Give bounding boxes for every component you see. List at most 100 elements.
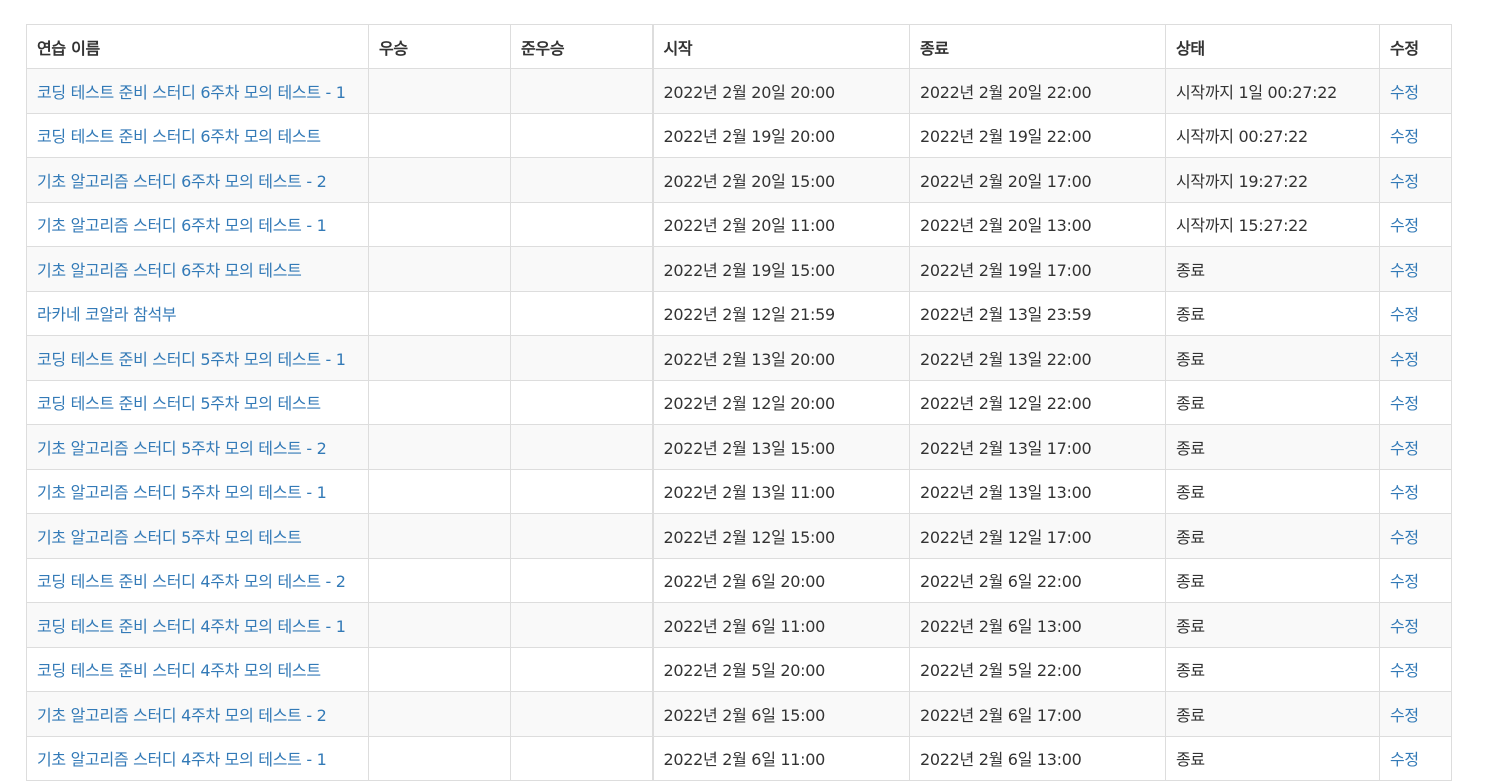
header-winner: 우승 [368,24,511,69]
practice-name-link[interactable]: 기초 알고리즘 스터디 6주차 모의 테스트 - 2 [37,172,327,191]
start-time-cell: 2022년 2월 20일 20:00 [651,68,910,114]
runner-up-cell [510,513,653,559]
start-time-cell: 2022년 2월 20일 15:00 [651,157,910,203]
winner-cell [368,246,511,292]
edit-link[interactable]: 수정 [1390,394,1419,413]
start-time-cell: 2022년 2월 6일 20:00 [651,557,910,603]
header-row: 연습 이름 우승 준우승 시작 종료 상태 수정 [26,24,1452,69]
table-row: 기초 알고리즘 스터디 4주차 모의 테스트 - 2 2022년 2월 6일 15… [26,691,1452,737]
edit-link[interactable]: 수정 [1390,528,1419,547]
winner-cell [368,157,511,203]
runner-up-cell [510,602,653,648]
table-row: 기초 알고리즘 스터디 6주차 모의 테스트 - 2 2022년 2월 20일 1… [26,157,1452,203]
edit-cell: 수정 [1379,468,1452,514]
start-time-cell: 2022년 2월 12일 15:00 [651,513,910,559]
edit-cell: 수정 [1379,646,1452,692]
edit-link[interactable]: 수정 [1390,706,1419,725]
practice-name-link[interactable]: 기초 알고리즘 스터디 5주차 모의 테스트 [37,528,302,547]
runner-up-cell [510,646,653,692]
edit-link[interactable]: 수정 [1390,216,1419,235]
header-edit: 수정 [1379,24,1452,69]
practice-name-link[interactable]: 코딩 테스트 준비 스터디 5주차 모의 테스트 - 1 [37,350,346,369]
runner-up-cell [510,157,653,203]
start-time-cell: 2022년 2월 12일 20:00 [651,379,910,425]
edit-cell: 수정 [1379,513,1452,559]
edit-link[interactable]: 수정 [1390,83,1419,102]
runner-up-cell [510,68,653,114]
table-row: 기초 알고리즘 스터디 5주차 모의 테스트 - 2 2022년 2월 13일 1… [26,424,1452,470]
practice-name-cell: 코딩 테스트 준비 스터디 5주차 모의 테스트 [26,379,369,425]
winner-cell [368,290,511,336]
practice-name-cell: 코딩 테스트 준비 스터디 6주차 모의 테스트 [26,112,369,158]
practice-name-cell: 기초 알고리즘 스터디 5주차 모의 테스트 [26,513,369,559]
status-cell: 시작까지 1일 00:27:22 [1165,68,1380,114]
practice-name-link[interactable]: 코딩 테스트 준비 스터디 4주차 모의 테스트 - 2 [37,572,346,591]
edit-cell: 수정 [1379,691,1452,737]
edit-link[interactable]: 수정 [1390,661,1419,680]
edit-link[interactable]: 수정 [1390,350,1419,369]
runner-up-cell [510,424,653,470]
start-time-cell: 2022년 2월 13일 20:00 [651,335,910,381]
practice-name-link[interactable]: 기초 알고리즘 스터디 6주차 모의 테스트 - 1 [37,216,327,235]
start-time-cell: 2022년 2월 20일 11:00 [651,201,910,247]
runner-up-cell [510,246,653,292]
edit-cell: 수정 [1379,602,1452,648]
edit-cell: 수정 [1379,201,1452,247]
winner-cell [368,68,511,114]
status-cell: 종료 [1165,424,1380,470]
practice-name-link[interactable]: 기초 알고리즘 스터디 6주차 모의 테스트 [37,261,302,280]
end-time-cell: 2022년 2월 13일 23:59 [909,290,1166,336]
practice-name-link[interactable]: 코딩 테스트 준비 스터디 6주차 모의 테스트 [37,127,321,146]
edit-link[interactable]: 수정 [1390,172,1419,191]
start-time-cell: 2022년 2월 6일 11:00 [651,602,910,648]
winner-cell [368,468,511,514]
end-time-cell: 2022년 2월 6일 13:00 [909,602,1166,648]
start-time-cell: 2022년 2월 13일 11:00 [651,468,910,514]
practice-name-link[interactable]: 코딩 테스트 준비 스터디 5주차 모의 테스트 [37,394,321,413]
start-time-cell: 2022년 2월 19일 15:00 [651,246,910,292]
edit-link[interactable]: 수정 [1390,750,1419,769]
table-row: 라카네 코알라 참석부 2022년 2월 12일 21:59 2022년 2월 13… [26,290,1452,336]
start-time-cell: 2022년 2월 19일 20:00 [651,112,910,158]
end-time-cell: 2022년 2월 6일 13:00 [909,735,1166,781]
status-cell: 종료 [1165,557,1380,603]
winner-cell [368,112,511,158]
end-time-cell: 2022년 2월 19일 17:00 [909,246,1166,292]
practice-table: 연습 이름 우승 준우승 시작 종료 상태 수정 코딩 테스트 준비 스터디 6… [26,24,1452,781]
practice-name-link[interactable]: 기초 알고리즘 스터디 4주차 모의 테스트 - 1 [37,750,327,769]
end-time-cell: 2022년 2월 19일 22:00 [909,112,1166,158]
practice-name-link[interactable]: 기초 알고리즘 스터디 5주차 모의 테스트 - 1 [37,483,327,502]
end-time-cell: 2022년 2월 6일 22:00 [909,557,1166,603]
practice-name-cell: 기초 알고리즘 스터디 6주차 모의 테스트 - 1 [26,201,369,247]
end-time-cell: 2022년 2월 20일 13:00 [909,201,1166,247]
start-time-cell: 2022년 2월 5일 20:00 [651,646,910,692]
edit-link[interactable]: 수정 [1390,572,1419,591]
status-cell: 종료 [1165,602,1380,648]
practice-name-link[interactable]: 기초 알고리즘 스터디 5주차 모의 테스트 - 2 [37,439,327,458]
header-end: 종료 [909,24,1166,69]
edit-link[interactable]: 수정 [1390,617,1419,636]
status-cell: 종료 [1165,335,1380,381]
status-cell: 종료 [1165,379,1380,425]
runner-up-cell [510,335,653,381]
practice-name-link[interactable]: 코딩 테스트 준비 스터디 6주차 모의 테스트 - 1 [37,83,346,102]
runner-up-cell [510,112,653,158]
winner-cell [368,424,511,470]
edit-link[interactable]: 수정 [1390,127,1419,146]
winner-cell [368,602,511,648]
edit-link[interactable]: 수정 [1390,261,1419,280]
edit-cell: 수정 [1379,290,1452,336]
table-row: 코딩 테스트 준비 스터디 4주차 모의 테스트 - 1 2022년 2월 6일 … [26,602,1452,648]
practice-name-link[interactable]: 기초 알고리즘 스터디 4주차 모의 테스트 - 2 [37,706,327,725]
edit-link[interactable]: 수정 [1390,483,1419,502]
edit-link[interactable]: 수정 [1390,305,1419,324]
practice-name-link[interactable]: 코딩 테스트 준비 스터디 4주차 모의 테스트 [37,661,321,680]
header-status: 상태 [1165,24,1380,69]
practice-name-link[interactable]: 코딩 테스트 준비 스터디 4주차 모의 테스트 - 1 [37,617,346,636]
end-time-cell: 2022년 2월 13일 22:00 [909,335,1166,381]
start-time-cell: 2022년 2월 6일 11:00 [651,735,910,781]
edit-cell: 수정 [1379,112,1452,158]
end-time-cell: 2022년 2월 20일 22:00 [909,68,1166,114]
practice-name-link[interactable]: 라카네 코알라 참석부 [37,305,177,324]
edit-link[interactable]: 수정 [1390,439,1419,458]
